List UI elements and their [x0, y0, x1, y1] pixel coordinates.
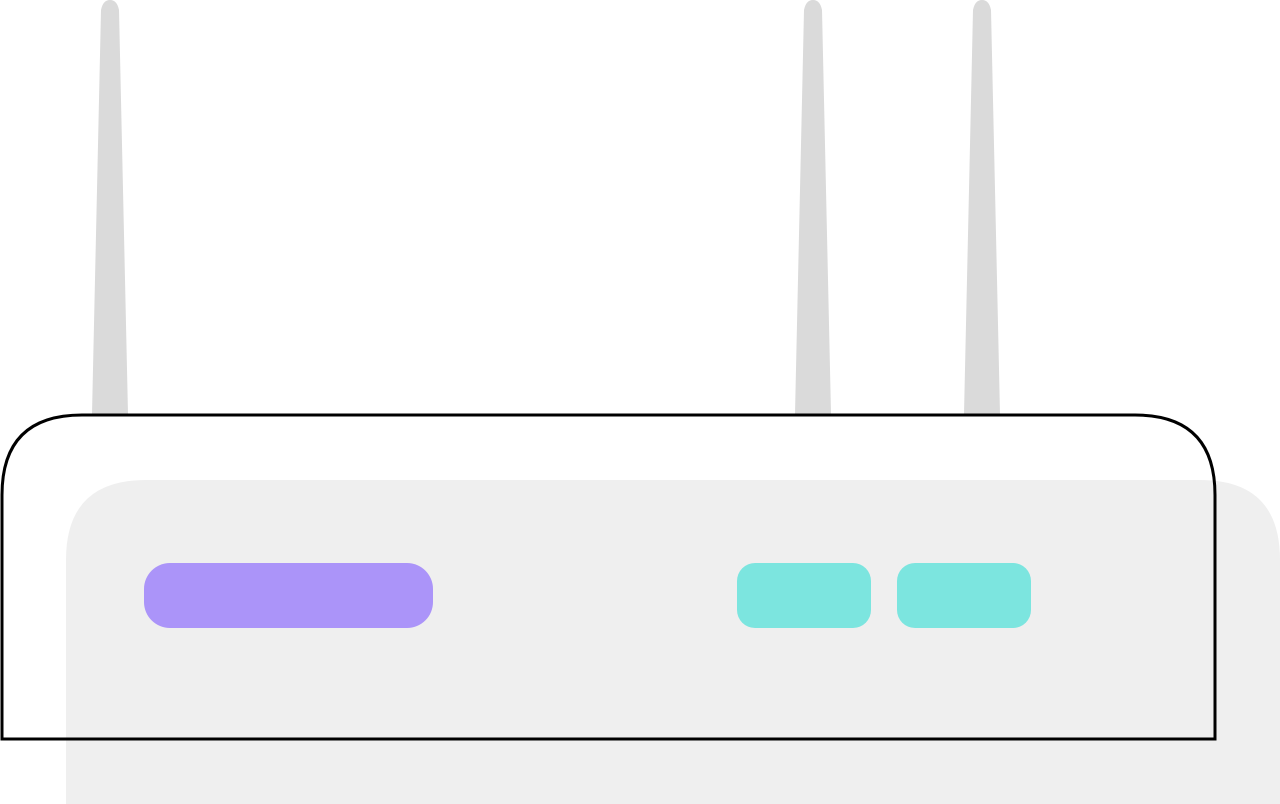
- status-light-short-1: [737, 563, 871, 628]
- router-body-shadow: [66, 480, 1280, 804]
- router-illustration: [0, 0, 1280, 804]
- status-light-short-2: [897, 563, 1031, 628]
- status-light-long: [144, 563, 433, 628]
- antenna-right: [964, 0, 1000, 414]
- antenna-middle: [795, 0, 831, 414]
- antenna-left: [92, 0, 128, 414]
- router-icon: [0, 0, 1280, 804]
